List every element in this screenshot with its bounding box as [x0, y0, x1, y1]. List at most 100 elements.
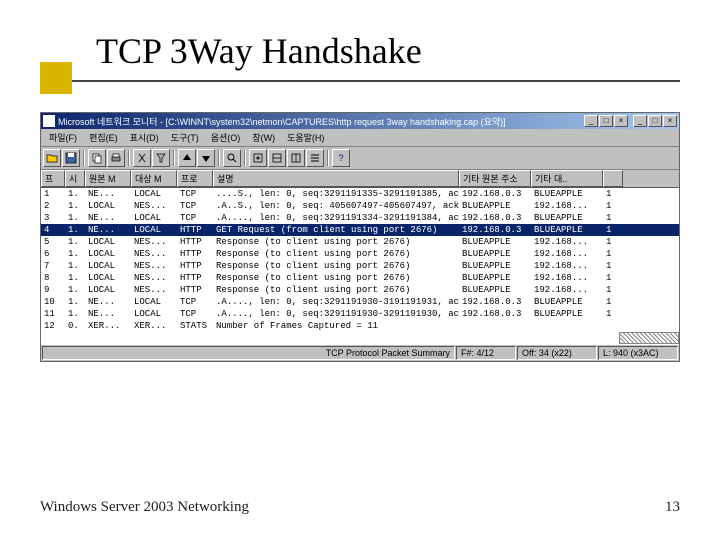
table-row[interactable]: 71.LOCALNES...HTTPResponse (to client us… — [41, 260, 679, 272]
table-row[interactable]: 31.NE...LOCALTCP.A...., len: 0, seq:3291… — [41, 212, 679, 224]
table-row[interactable]: 21.LOCALNES...TCP.A..S., len: 0, seq: 40… — [41, 200, 679, 212]
menu-options[interactable]: 옵션(O) — [205, 130, 247, 145]
menubar: 파일(F) 편집(E) 표시(D) 도구(T) 옵션(O) 창(W) 도움말(H… — [41, 129, 679, 147]
print-icon[interactable] — [107, 149, 125, 167]
find-icon[interactable] — [223, 149, 241, 167]
cell: .A..S., len: 0, seq: 405607497-405607497… — [213, 200, 459, 212]
cell: XER... — [131, 320, 177, 332]
cell: LOCAL — [85, 200, 131, 212]
pane-icon[interactable] — [268, 149, 286, 167]
arrow-up-icon[interactable] — [178, 149, 196, 167]
resize-hatch-icon[interactable] — [619, 332, 679, 344]
cell: 1 — [603, 224, 623, 236]
menu-edit[interactable]: 편집(E) — [83, 130, 124, 145]
menu-display[interactable]: 표시(D) — [124, 130, 165, 145]
cell: 1. — [65, 212, 85, 224]
cell: 1 — [603, 272, 623, 284]
cell: Response (to client using port 2676) — [213, 272, 459, 284]
menu-help[interactable]: 도움말(H) — [281, 130, 330, 145]
arrow-down-icon[interactable] — [197, 149, 215, 167]
grid-body: 11.NE...LOCALTCP....S., len: 0, seq:3291… — [41, 188, 679, 332]
cell: NES... — [131, 284, 177, 296]
cell: 8 — [41, 272, 65, 284]
titlebar-text: Microsoft 네트워크 모니터 - [C:\WINNT\system32\… — [58, 115, 584, 128]
cell: 1 — [603, 248, 623, 260]
cell: BLUEAPPLE — [459, 200, 531, 212]
columns-icon[interactable] — [287, 149, 305, 167]
cell: 1 — [603, 188, 623, 200]
cell: BLUEAPPLE — [531, 188, 603, 200]
cell: 1. — [65, 200, 85, 212]
cell: HTTP — [177, 284, 213, 296]
cell: LOCAL — [85, 272, 131, 284]
table-row[interactable]: 91.LOCALNES...HTTPResponse (to client us… — [41, 284, 679, 296]
maximize-button[interactable]: □ — [599, 115, 613, 127]
cell: LOCAL — [131, 296, 177, 308]
cell: 5 — [41, 236, 65, 248]
cell: Number of Frames Captured = 11 — [213, 320, 459, 332]
toolbar-separator — [128, 150, 130, 166]
col-dst-addr[interactable]: 기타 대.. — [531, 170, 603, 187]
cell: 0. — [65, 320, 85, 332]
title-underline — [40, 80, 680, 82]
cell: TCP — [177, 296, 213, 308]
toolbar-separator — [83, 150, 85, 166]
open-icon[interactable] — [43, 149, 61, 167]
save-icon[interactable] — [62, 149, 80, 167]
table-row[interactable]: 41.NE...LOCALHTTPGET Request (from clien… — [41, 224, 679, 236]
cell: NE... — [85, 296, 131, 308]
cell: 1 — [603, 308, 623, 320]
cell: NES... — [131, 236, 177, 248]
table-row[interactable]: 61.LOCALNES...HTTPResponse (to client us… — [41, 248, 679, 260]
cell: 4 — [41, 224, 65, 236]
cell: NE... — [85, 308, 131, 320]
table-row[interactable]: 51.LOCALNES...HTTPResponse (to client us… — [41, 236, 679, 248]
cell: 1. — [65, 224, 85, 236]
cell: 1. — [65, 272, 85, 284]
slide-footer: Windows Server 2003 Networking 13 — [40, 499, 680, 516]
list-icon[interactable] — [306, 149, 324, 167]
close-button[interactable]: × — [614, 115, 628, 127]
col-src-mac[interactable]: 원본 M — [85, 170, 131, 187]
minimize-button[interactable]: _ — [584, 115, 598, 127]
table-row[interactable]: 101.NE...LOCALTCP.A...., len: 0, seq:329… — [41, 296, 679, 308]
table-row[interactable]: 111.NE...LOCALTCP.A...., len: 0, seq:329… — [41, 308, 679, 320]
cell: 1 — [41, 188, 65, 200]
menu-window[interactable]: 창(W) — [246, 130, 281, 145]
cell: LOCAL — [85, 284, 131, 296]
cell: BLUEAPPLE — [531, 296, 603, 308]
col-description[interactable]: 설명 — [213, 170, 459, 187]
cell: 6 — [41, 248, 65, 260]
cell: HTTP — [177, 272, 213, 284]
menu-file[interactable]: 파일(F) — [43, 130, 83, 145]
filter-icon[interactable] — [152, 149, 170, 167]
cell: 192.168... — [531, 200, 603, 212]
table-row[interactable]: 11.NE...LOCALTCP....S., len: 0, seq:3291… — [41, 188, 679, 200]
cell: NES... — [131, 272, 177, 284]
child-maximize-button[interactable]: □ — [648, 115, 662, 127]
menu-tools[interactable]: 도구(T) — [165, 130, 205, 145]
zoom-icon[interactable] — [249, 149, 267, 167]
col-extra[interactable] — [603, 170, 623, 187]
cell: LOCAL — [85, 260, 131, 272]
toolbar-separator — [218, 150, 220, 166]
col-protocol[interactable]: 프로 — [177, 170, 213, 187]
help-icon[interactable]: ? — [332, 149, 350, 167]
col-frame[interactable]: 프 — [41, 170, 65, 187]
child-minimize-button[interactable]: _ — [633, 115, 647, 127]
cell: 9 — [41, 284, 65, 296]
col-src-addr[interactable]: 기타 원본 주소 — [459, 170, 531, 187]
copy-icon[interactable] — [88, 149, 106, 167]
cell: 192.168.0.3 — [459, 308, 531, 320]
cell: 1 — [603, 212, 623, 224]
col-time[interactable]: 시 — [65, 170, 85, 187]
child-close-button[interactable]: × — [663, 115, 677, 127]
table-row[interactable]: 81.LOCALNES...HTTPResponse (to client us… — [41, 272, 679, 284]
cut-icon[interactable] — [133, 149, 151, 167]
cell: GET Request (from client using port 2676… — [213, 224, 459, 236]
svg-text:?: ? — [338, 153, 343, 163]
col-dst-mac[interactable]: 대상 M — [131, 170, 177, 187]
table-row[interactable]: 120.XER...XER...STATSNumber of Frames Ca… — [41, 320, 679, 332]
cell: NES... — [131, 200, 177, 212]
cell: 1. — [65, 236, 85, 248]
